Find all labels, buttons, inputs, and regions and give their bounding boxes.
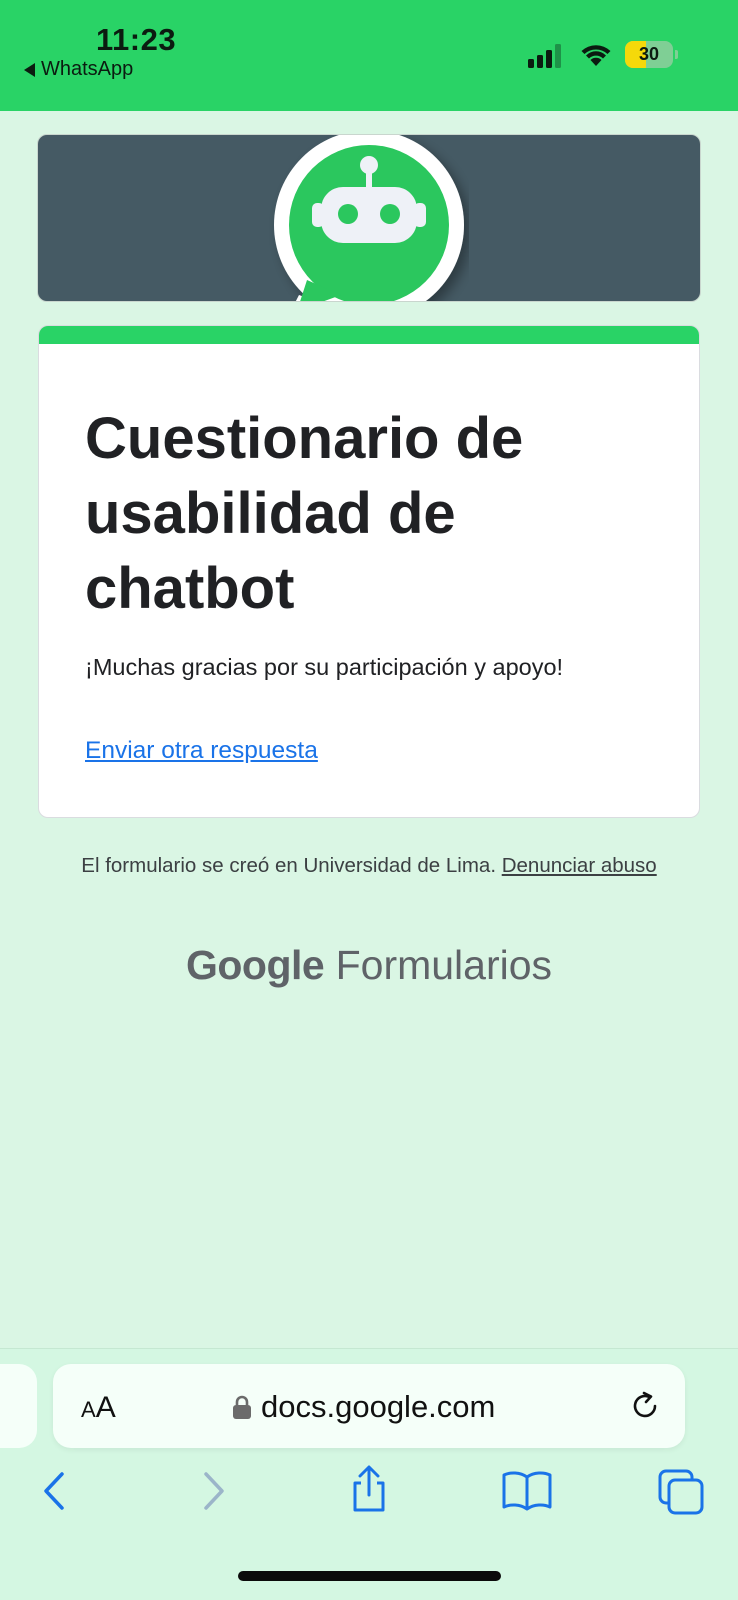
bookmarks-icon[interactable] <box>502 1471 552 1511</box>
back-to-app-button[interactable]: WhatsApp <box>24 58 133 81</box>
brand-product: Formularios <box>335 942 553 988</box>
form-title: Cuestionario de usabilidad de chatbot <box>85 406 524 621</box>
url-text: docs.google.com <box>261 1389 496 1424</box>
text-size-button[interactable]: AA <box>81 1391 116 1425</box>
created-note: El formulario se creó en Universidad de … <box>81 854 497 877</box>
previous-tab-preview[interactable] <box>0 1364 37 1448</box>
home-indicator[interactable] <box>238 1571 501 1581</box>
google-forms-logo[interactable]: Google Formularios <box>0 942 738 989</box>
forward-arrow-icon[interactable] <box>198 1471 228 1511</box>
lock-icon <box>233 1395 251 1419</box>
battery-cap <box>675 50 678 59</box>
back-arrow-icon[interactable] <box>40 1471 70 1511</box>
form-confirmation-card: Cuestionario de usabilidad de chatbot ¡M… <box>38 325 700 818</box>
status-bar: 11:23 WhatsApp 30 <box>0 0 738 111</box>
share-icon[interactable] <box>347 1465 391 1513</box>
submit-another-response-link[interactable]: Enviar otra respuesta <box>85 737 318 765</box>
battery-indicator: 30 <box>625 41 673 68</box>
form-header-image <box>37 134 701 302</box>
battery-percent: 30 <box>638 44 660 64</box>
tabs-icon[interactable] <box>658 1469 704 1515</box>
status-time: 11:23 <box>96 22 177 57</box>
form-footer-note: El formulario se creó en Universidad de … <box>70 852 668 880</box>
confirmation-message: ¡Muchas gracias por su participación y a… <box>85 654 564 680</box>
back-app-label: WhatsApp <box>41 58 134 80</box>
back-triangle-icon <box>24 62 35 77</box>
address-bar[interactable]: AA docs.google.com <box>53 1364 685 1448</box>
card-accent-bar <box>39 326 699 344</box>
cellular-signal-icon <box>528 44 561 68</box>
wifi-icon <box>581 45 611 66</box>
reload-icon[interactable] <box>629 1390 661 1422</box>
report-abuse-link[interactable]: Denunciar abuso <box>502 854 657 877</box>
brand-google: Google <box>185 942 325 988</box>
whatsapp-robot-logo-icon <box>274 135 464 301</box>
url-display[interactable]: docs.google.com <box>233 1389 495 1425</box>
browser-bottom-bar: AA docs.google.com <box>0 1348 738 1600</box>
